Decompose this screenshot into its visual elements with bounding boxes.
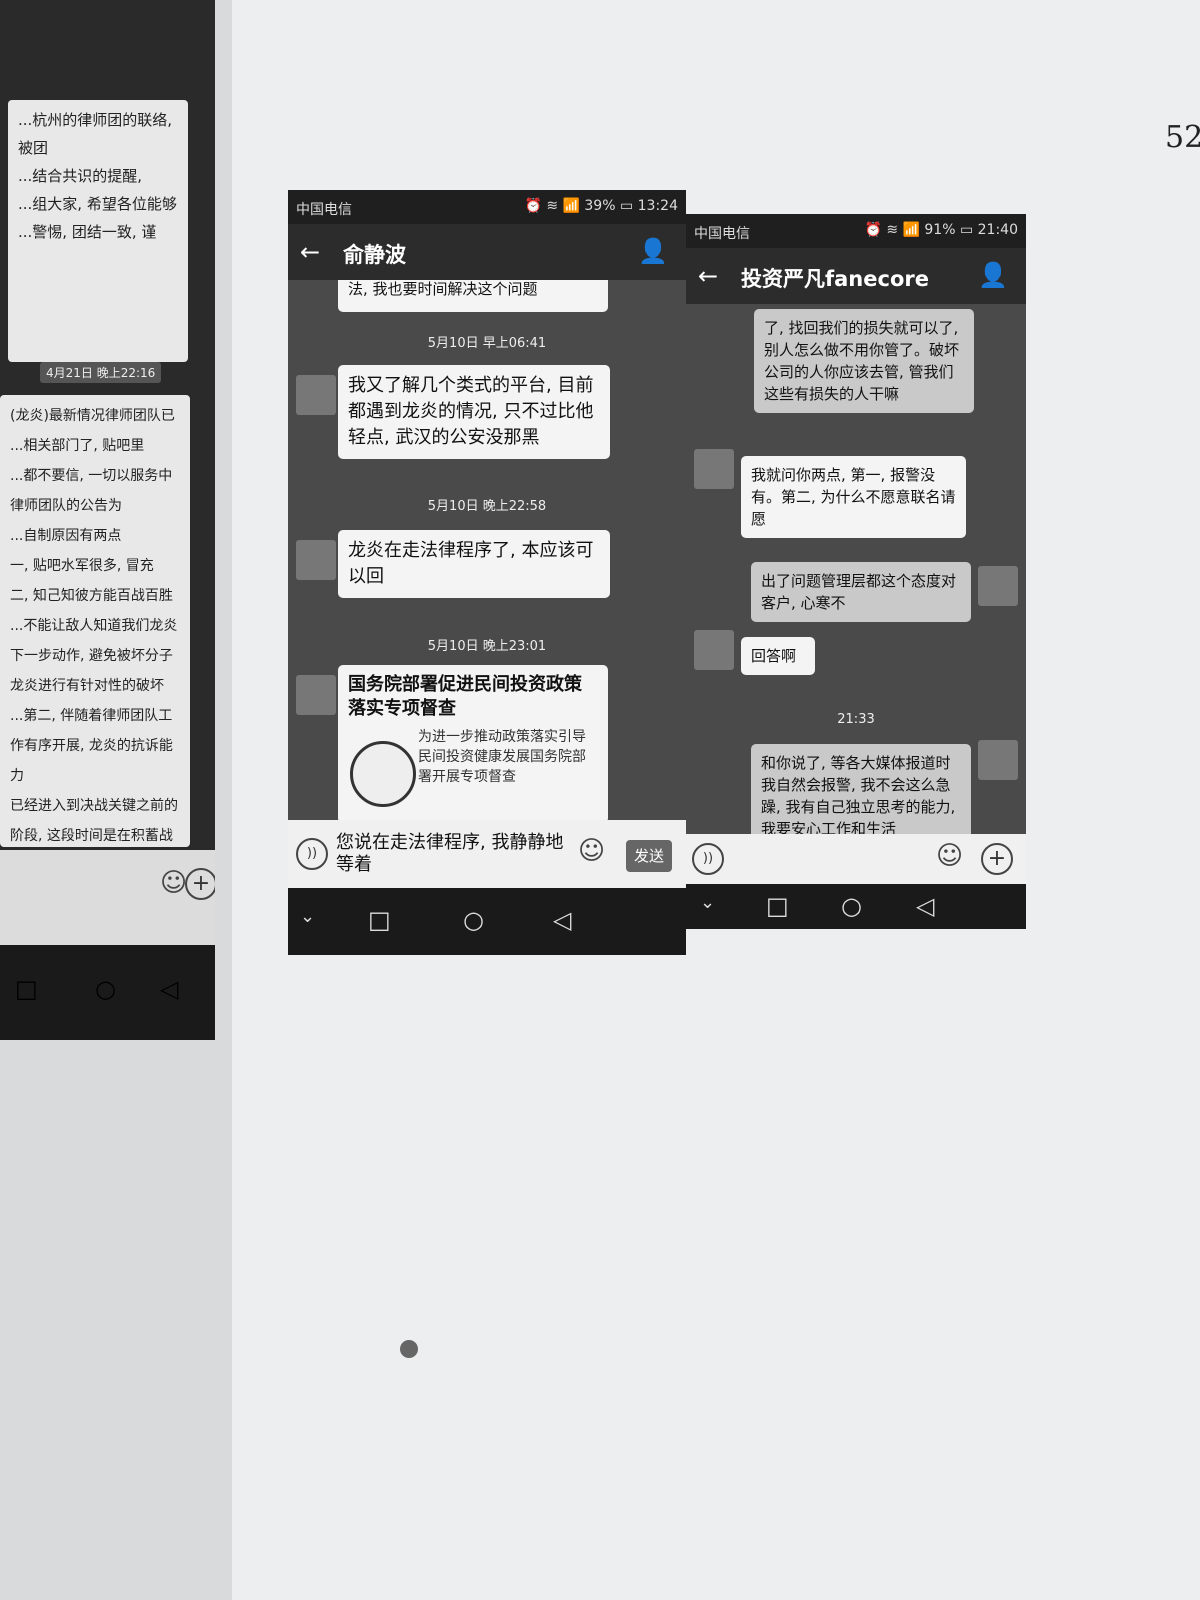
- voice-icon[interactable]: )): [692, 843, 724, 875]
- national-emblem-icon: [350, 741, 416, 807]
- carrier-label: 中国电信: [694, 226, 750, 242]
- status-bar: 中国电信 ⏰ ≋ 📶 39% ▭ 13:24: [288, 190, 686, 224]
- phone-screenshot-1: 中国电信 ⏰ ≋ 📶 39% ▭ 13:24 ← 俞静波 👤 法, 我也要时间解…: [288, 190, 686, 955]
- left-line: 二, 知己知彼方能百战百胜: [10, 588, 173, 604]
- left-line: ...警惕, 团结一致, 谨: [18, 223, 157, 241]
- avatar: [694, 630, 734, 670]
- chevron-down-icon[interactable]: ⌄: [300, 906, 315, 927]
- home-icon[interactable]: ○: [841, 892, 862, 920]
- emoji-icon[interactable]: ☺: [160, 868, 187, 898]
- back-triangle-icon[interactable]: ◁: [160, 975, 178, 1003]
- link-card[interactable]: 国务院部署促进民间投资政策落实专项督查 为进一步推动政策落实引导民间投资健康发展…: [338, 665, 608, 820]
- status-indicators: ⏰ ≋ 📶 39% ▭ 13:24: [524, 198, 678, 214]
- chat-title: 投资严凡fanecore: [741, 267, 929, 291]
- left-line: ...自制原因有两点: [10, 528, 122, 544]
- left-line: ...相关部门了, 贴吧里: [10, 438, 145, 454]
- nav-bar: ⌄ □ ○ ◁: [288, 888, 686, 955]
- left-line: 律师团队的公告为: [10, 498, 122, 514]
- left-line: ...不能让敌人知道我们龙炎: [10, 618, 178, 634]
- phone-screenshot-2: 中国电信 ⏰ ≋ 📶 91% ▭ 21:40 ← 投资严凡fanecore 👤 …: [686, 214, 1026, 929]
- plus-icon[interactable]: +: [981, 843, 1013, 875]
- back-triangle-icon[interactable]: ◁: [916, 892, 934, 920]
- chevron-down-icon[interactable]: ⌄: [700, 892, 715, 913]
- chat-title-bar: ← 投资严凡fanecore 👤: [686, 248, 1026, 304]
- back-arrow-icon[interactable]: ←: [300, 238, 320, 266]
- left-line: 一, 贴吧水军很多, 冒充: [10, 558, 154, 574]
- send-button[interactable]: 发送: [626, 840, 672, 872]
- left-line: ...杭州的律师团的联络, 被团: [18, 111, 173, 157]
- message-bubble: 和你说了, 等各大媒体报道时我自然会报警, 我不会这么急躁, 我有自己独立思考的…: [751, 744, 971, 834]
- timestamp: 5月10日 晚上23:01: [427, 639, 547, 654]
- chat-area: 了, 找回我们的损失就可以了, 别人怎么做不用你管了。破坏公司的人你应该去管, …: [686, 304, 1026, 834]
- message-bubble: 了, 找回我们的损失就可以了, 别人怎么做不用你管了。破坏公司的人你应该去管, …: [754, 309, 974, 413]
- left-line: ...结合共识的提醒,: [18, 167, 143, 185]
- left-line: 已经进入到决战关键之前的: [10, 798, 178, 814]
- left-line: 下一步动作, 避免被坏分子: [10, 648, 173, 664]
- message-bubble: 法, 我也要时间解决这个问题: [338, 280, 608, 312]
- avatar: [296, 375, 336, 415]
- left-line: (龙炎)最新情况律师团队已: [10, 408, 175, 424]
- status-bar: 中国电信 ⏰ ≋ 📶 91% ▭ 21:40: [686, 214, 1026, 248]
- left-message-bubble: (龙炎)最新情况律师团队已 ...相关部门了, 贴吧里 ...都不要信, 一切以…: [0, 395, 190, 874]
- voice-icon[interactable]: )): [296, 838, 328, 870]
- left-line: ...第二, 伴随着律师团队工: [10, 708, 173, 724]
- back-triangle-icon[interactable]: ◁: [553, 906, 571, 934]
- avatar: [978, 566, 1018, 606]
- input-bar: )) 您说在走法律程序, 我静静地等着 ☺ 发送: [288, 820, 686, 888]
- left-phone-screenshot: ...杭州的律师团的联络, 被团 ...结合共识的提醒, ...组大家, 希望各…: [0, 0, 215, 1040]
- chat-area: 法, 我也要时间解决这个问题 5月10日 早上06:41 我又了解几个类式的平台…: [288, 280, 686, 820]
- contact-profile-icon[interactable]: 👤: [978, 261, 1008, 289]
- left-line: ...都不要信, 一切以服务中: [10, 468, 173, 484]
- message-bubble: 我又了解几个类式的平台, 目前都遇到龙炎的情况, 只不过比他轻点, 武汉的公安没…: [338, 365, 610, 459]
- message-input[interactable]: 您说在走法律程序, 我静静地等着: [336, 832, 566, 876]
- timestamp: 5月10日 晚上22:58: [427, 499, 547, 514]
- recent-apps-icon[interactable]: □: [766, 892, 789, 920]
- emoji-icon[interactable]: ☺: [936, 841, 963, 871]
- left-message-bubble: ...杭州的律师团的联络, 被团 ...结合共识的提醒, ...组大家, 希望各…: [8, 100, 188, 362]
- card-description: 为进一步推动政策落实引导民间投资健康发展国务院部署开展专项督查: [418, 729, 586, 785]
- card-title: 国务院部署促进民间投资政策落实专项督查: [348, 674, 582, 719]
- plus-icon[interactable]: +: [185, 868, 215, 900]
- emoji-icon[interactable]: ☺: [578, 836, 605, 866]
- page-smudge: [400, 1340, 418, 1358]
- recent-apps-icon[interactable]: □: [15, 975, 38, 1003]
- left-line: 龙炎进行有针对性的破坏: [10, 678, 164, 694]
- left-line: 作有序开展, 龙炎的抗诉能力: [10, 738, 173, 784]
- message-bubble: 龙炎在走法律程序了, 本应该可以回: [338, 530, 610, 598]
- nav-bar: ⌄ □ ○ ◁: [686, 884, 1026, 929]
- carrier-label: 中国电信: [296, 202, 352, 218]
- chat-title-bar: ← 俞静波 👤: [288, 224, 686, 280]
- avatar: [978, 740, 1018, 780]
- message-bubble: 出了问题管理层都这个态度对客户, 心寒不: [751, 562, 971, 622]
- left-line: ...组大家, 希望各位能够: [18, 195, 177, 213]
- chat-title: 俞静波: [343, 243, 406, 267]
- left-nav-bar: □ ○ ◁: [0, 945, 215, 1040]
- home-icon[interactable]: ○: [95, 975, 116, 1003]
- timestamp: 21:33: [837, 712, 875, 727]
- page-number: 52: [1165, 120, 1200, 155]
- back-arrow-icon[interactable]: ←: [698, 262, 718, 290]
- message-bubble: 回答啊: [741, 637, 815, 675]
- avatar: [296, 540, 336, 580]
- home-icon[interactable]: ○: [463, 906, 484, 934]
- timestamp: 5月10日 早上06:41: [427, 336, 547, 351]
- left-book-page: ...杭州的律师团的联络, 被团 ...结合共识的提醒, ...组大家, 希望各…: [0, 0, 250, 1600]
- left-timestamp: 4月21日 晚上22:16: [40, 362, 162, 383]
- avatar: [296, 675, 336, 715]
- left-input-bar: ☺ +: [0, 850, 215, 945]
- recent-apps-icon[interactable]: □: [368, 906, 391, 934]
- avatar: [694, 449, 734, 489]
- message-bubble: 我就问你两点, 第一, 报警没有。第二, 为什么不愿意联名请愿: [741, 456, 966, 538]
- input-bar: )) ☺ +: [686, 834, 1026, 884]
- contact-profile-icon[interactable]: 👤: [638, 237, 668, 265]
- status-indicators: ⏰ ≋ 📶 91% ▭ 21:40: [864, 222, 1018, 238]
